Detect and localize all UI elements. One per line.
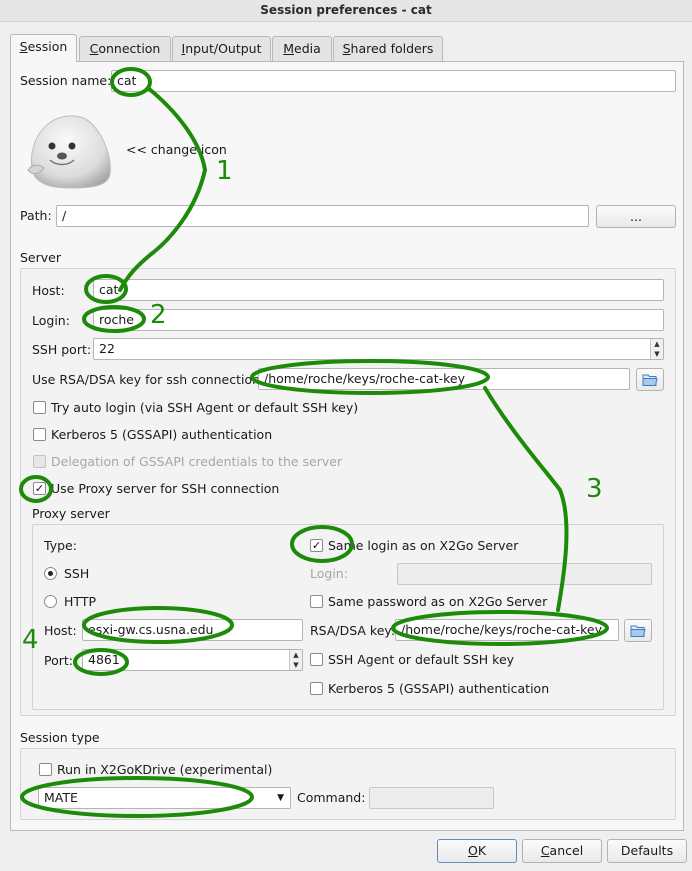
proxy-login-label: Login:: [310, 566, 348, 581]
rsa-key-input[interactable]: /home/roche/keys/roche-cat-key: [258, 368, 630, 390]
proxy-port-value: 4861: [88, 652, 120, 667]
path-label: Path:: [20, 208, 52, 223]
ssh-port-spinbox[interactable]: 22 ▲ ▼: [93, 338, 664, 360]
use-proxy-label[interactable]: Use Proxy server for SSH connection: [51, 481, 279, 497]
session-type-heading: Session type: [20, 730, 100, 745]
proxy-key-input[interactable]: /home/roche/keys/roche-cat-key: [395, 619, 619, 641]
ssh-port-value: 22: [99, 341, 115, 356]
ssh-port-label: SSH port:: [32, 342, 92, 357]
use-proxy-checkbox[interactable]: ✓: [33, 482, 46, 495]
rsa-key-label: Use RSA/DSA key for ssh connection:: [32, 372, 265, 387]
session-type-value: MATE: [44, 790, 78, 805]
tab-accel: M: [283, 41, 295, 56]
open-key-file-button[interactable]: [636, 368, 664, 391]
ok-button[interactable]: OK: [437, 839, 517, 863]
proxy-login-input[interactable]: [397, 563, 652, 585]
session-name-label: Session name:: [20, 73, 112, 88]
host-label: Host:: [32, 283, 65, 298]
proxy-host-label: Host:: [44, 623, 77, 638]
proxy-port-spinbox[interactable]: 4861 ▲ ▼: [82, 649, 303, 671]
folder-icon: [630, 625, 646, 637]
login-input[interactable]: roche: [93, 309, 664, 331]
kerberos-label[interactable]: Kerberos 5 (GSSAPI) authentication: [51, 427, 272, 443]
annotation-number-3: 3: [586, 474, 603, 504]
proxy-type-ssh-radio[interactable]: [44, 567, 57, 580]
same-password-label[interactable]: Same password as on X2Go Server: [328, 594, 547, 610]
proxy-kerberos-checkbox[interactable]: [310, 682, 323, 695]
delegation-label: Delegation of GSSAPI credentials to the …: [51, 454, 343, 469]
tab-label: ession: [27, 39, 68, 54]
tab-label: edia: [294, 41, 321, 56]
proxy-key-label: RSA/DSA key:: [310, 623, 396, 638]
annotation-number-4: 4: [22, 625, 39, 655]
server-heading: Server: [20, 250, 61, 265]
spin-arrows-icon[interactable]: ▲ ▼: [289, 650, 302, 670]
tab-shared-folders[interactable]: Shared folders: [333, 36, 443, 61]
auto-login-label[interactable]: Try auto login (via SSH Agent or default…: [51, 400, 358, 416]
proxy-kerberos-label[interactable]: Kerberos 5 (GSSAPI) authentication: [328, 681, 549, 697]
session-type-group: [20, 748, 676, 820]
proxy-type-http-label[interactable]: HTTP: [64, 594, 96, 610]
session-type-select[interactable]: MATE ▼: [38, 787, 291, 809]
same-login-checkbox[interactable]: ✓: [310, 539, 323, 552]
cancel-accel: C: [540, 843, 550, 858]
same-password-checkbox[interactable]: [310, 595, 323, 608]
tab-media[interactable]: Media: [272, 36, 332, 61]
change-icon-label[interactable]: << change icon: [126, 142, 227, 158]
window-title: Session preferences - cat: [0, 0, 692, 22]
folder-icon: [642, 374, 658, 386]
tab-accel: S: [342, 41, 351, 56]
cancel-label: ancel: [549, 843, 584, 858]
proxy-type-http-radio[interactable]: [44, 595, 57, 608]
ssh-agent-label[interactable]: SSH Agent or default SSH key: [328, 652, 514, 668]
auto-login-checkbox[interactable]: [33, 401, 46, 414]
ssh-agent-checkbox[interactable]: [310, 653, 323, 666]
tab-label: hared folders: [350, 41, 434, 56]
session-icon[interactable]: [22, 108, 114, 190]
ok-label: K: [477, 843, 487, 858]
proxy-type-ssh-label[interactable]: SSH: [64, 566, 89, 582]
tab-accel: S: [19, 39, 28, 54]
proxy-type-label: Type:: [44, 538, 77, 553]
path-input[interactable]: /: [56, 205, 589, 227]
defaults-button[interactable]: Defaults: [607, 839, 687, 863]
annotation-number-1: 1: [216, 156, 233, 186]
session-name-input[interactable]: cat: [111, 70, 676, 92]
command-input[interactable]: [369, 787, 494, 809]
proxy-server-heading: Proxy server: [32, 506, 110, 521]
tab-session[interactable]: Session: [10, 34, 77, 62]
browse-path-button[interactable]: ...: [596, 205, 676, 228]
ok-accel: O: [467, 843, 478, 858]
command-label: Command:: [297, 790, 366, 805]
tab-label: nput/Output: [185, 41, 262, 56]
login-label: Login:: [32, 313, 70, 328]
tab-connection[interactable]: Connection: [79, 36, 171, 61]
tab-input-output[interactable]: Input/Output: [172, 36, 271, 61]
same-login-label[interactable]: Same login as on X2Go Server: [328, 538, 518, 554]
open-proxy-key-button[interactable]: [624, 619, 652, 642]
tab-label: onnection: [98, 41, 161, 56]
cancel-button[interactable]: Cancel: [522, 839, 602, 863]
spin-arrows-icon[interactable]: ▲ ▼: [650, 339, 663, 359]
host-input[interactable]: cat: [93, 279, 664, 301]
delegation-checkbox[interactable]: [33, 455, 46, 468]
kerberos-checkbox[interactable]: [33, 428, 46, 441]
proxy-port-label: Port:: [44, 653, 73, 668]
seal-icon: [27, 115, 111, 189]
proxy-host-input[interactable]: esxi-gw.cs.usna.edu: [82, 619, 303, 641]
kdrive-label[interactable]: Run in X2GoKDrive (experimental): [57, 762, 272, 778]
annotation-number-2: 2: [150, 300, 167, 330]
chevron-down-icon: ▼: [277, 793, 284, 803]
kdrive-checkbox[interactable]: [39, 763, 52, 776]
